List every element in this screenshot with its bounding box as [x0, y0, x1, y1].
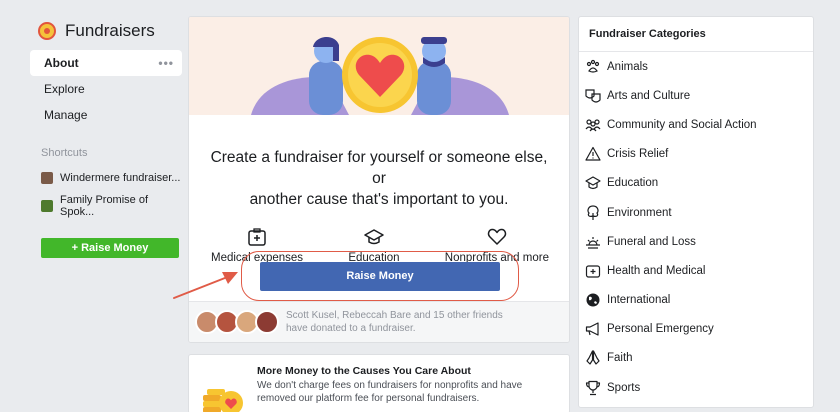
category-education[interactable]: Education [579, 169, 813, 198]
category-faith[interactable]: Faith [579, 344, 813, 373]
category-label: Health and Medical [607, 264, 706, 277]
megaphone-icon [585, 322, 599, 336]
heart-icon [487, 228, 507, 245]
sidebar-raise-money-button[interactable]: + Raise Money [41, 238, 179, 258]
sidebar-item-label: Explore [44, 82, 85, 96]
category-arts-and-culture[interactable]: Arts and Culture [579, 81, 813, 110]
masks-icon [585, 89, 601, 103]
left-sidebar: Fundraisers About ••• Explore Manage Sho… [30, 12, 182, 258]
category-label: International [607, 294, 671, 307]
fundraiser-categories-panel: Fundraiser Categories Animals Arts and C… [578, 16, 814, 408]
shortcut-label: Family Promise of Spok... [60, 194, 149, 218]
coins-icon [197, 365, 249, 412]
tree-icon [587, 204, 599, 220]
no-fees-card: More Money to the Causes You Care About … [188, 354, 570, 412]
shortcut-thumbnail [41, 172, 53, 184]
category-label: Funeral and Loss [607, 235, 696, 248]
medical-kit-icon [585, 265, 601, 278]
category-label: Community and Social Action [607, 118, 757, 131]
warning-icon [585, 147, 601, 161]
category-international[interactable]: International [579, 286, 813, 315]
category-crisis-relief[interactable]: Crisis Relief [579, 140, 813, 169]
education-icon [364, 229, 384, 245]
more-options-icon[interactable]: ••• [158, 56, 174, 70]
hero-illustration [189, 17, 569, 115]
category-label: Personal Emergency [607, 323, 714, 336]
sidebar-item-about[interactable]: About ••• [30, 50, 182, 76]
sidebar-title: Fundraisers [65, 21, 155, 40]
card-title: More Money to the Causes You Care About [257, 365, 471, 377]
categories-title: Fundraiser Categories [579, 17, 813, 52]
avatar[interactable] [255, 310, 279, 334]
category-personal-emergency[interactable]: Personal Emergency [579, 315, 813, 344]
graduation-cap-icon [585, 176, 601, 190]
category-label: Animals [607, 60, 648, 73]
sidebar-item-manage[interactable]: Manage [30, 102, 182, 128]
category-label: Arts and Culture [607, 89, 691, 102]
category-community[interactable]: Community and Social Action [579, 110, 813, 139]
annotation-arrow-icon [173, 272, 238, 299]
praying-hands-icon [586, 350, 600, 366]
shortcut-family-promise[interactable]: Family Promise of Spok... [30, 194, 182, 218]
paw-icon [586, 59, 600, 73]
sidebar-item-label: About [44, 56, 79, 70]
category-label: Crisis Relief [607, 148, 669, 161]
category-animals[interactable]: Animals [579, 52, 813, 81]
category-label: Sports [607, 381, 641, 394]
category-label: Environment [607, 206, 672, 219]
category-label: Faith [607, 352, 633, 365]
sidebar-item-explore[interactable]: Explore [30, 76, 182, 102]
shortcut-thumbnail [41, 200, 53, 212]
category-funeral-and-loss[interactable]: Funeral and Loss [579, 227, 813, 256]
page-title: Create a fundraiser for yourself or some… [189, 115, 569, 210]
headline-line-2: another cause that's important to you. [249, 191, 509, 208]
category-sports[interactable]: Sports [579, 373, 813, 402]
category-environment[interactable]: Environment [579, 198, 813, 227]
shortcut-label: Windermere fundraiser... [60, 172, 181, 184]
friends-donated-text: Scott Kusel, Rebeccah Bare and 15 other … [286, 310, 503, 334]
headline-line-1: Create a fundraiser for yourself or some… [210, 149, 548, 187]
friend-avatars [195, 310, 279, 334]
sidebar-item-label: Manage [44, 108, 88, 122]
fundraisers-logo-icon [38, 22, 56, 40]
sunset-icon [586, 236, 600, 249]
trophy-icon [585, 380, 601, 395]
globe-icon [586, 293, 600, 307]
shortcuts-heading: Shortcuts [41, 147, 88, 159]
card-body: We don't charge fees on fundraisers for … [257, 380, 523, 404]
category-label: Education [607, 177, 659, 190]
fundraiser-illustration-icon [189, 17, 569, 115]
medical-icon [248, 228, 266, 246]
create-fundraiser-card: Create a fundraiser for yourself or some… [188, 16, 570, 343]
friends-donated-row: Scott Kusel, Rebeccah Bare and 15 other … [189, 301, 569, 342]
shortcut-windermere[interactable]: Windermere fundraiser... [30, 166, 182, 190]
raise-money-button[interactable]: Raise Money [260, 261, 500, 291]
people-icon [585, 119, 601, 132]
sidebar-header[interactable]: Fundraisers [30, 12, 182, 50]
category-health-and-medical[interactable]: Health and Medical [579, 256, 813, 285]
highlight-circle: Raise Money [241, 251, 519, 301]
